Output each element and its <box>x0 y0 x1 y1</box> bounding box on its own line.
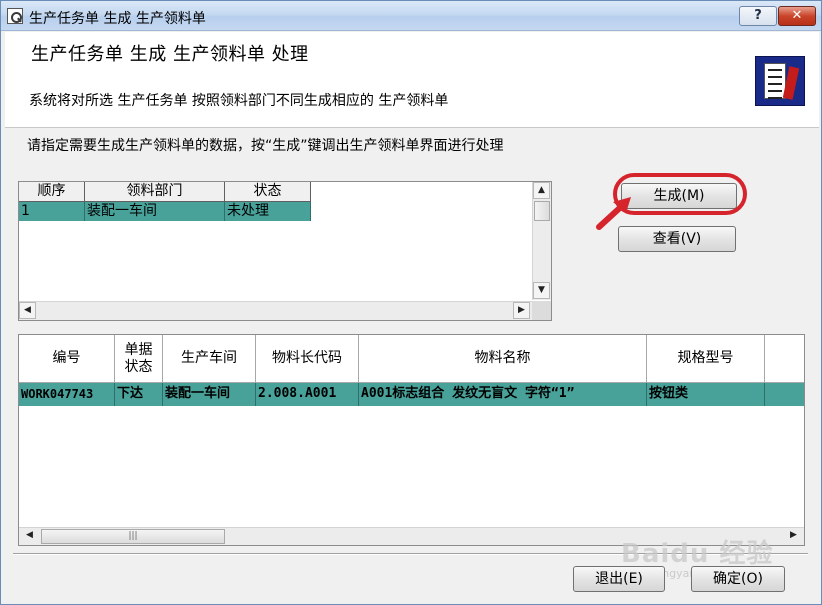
app-search-icon <box>7 8 23 24</box>
cell-doc-status: 下达 <box>115 383 163 406</box>
document-tools-icon <box>755 56 805 106</box>
scroll-left-icon[interactable]: ◀ <box>19 302 36 319</box>
cell-item-code: 2.008.A001 <box>256 383 359 406</box>
table-row[interactable]: 1 装配一车间 未处理 <box>19 202 311 221</box>
scroll-thumb[interactable] <box>534 201 550 221</box>
column-header-status[interactable]: 状态 <box>225 182 311 202</box>
column-header-workshop[interactable]: 生产车间 <box>163 335 256 383</box>
help-button[interactable]: ? <box>739 6 777 26</box>
dialog-window: 生产任务单 生成 生产领料单 ? ✕ 生产任务单 生成 生产领料单 处理 系统将… <box>0 0 822 605</box>
scroll-down-icon[interactable]: ▼ <box>533 282 550 299</box>
window-title: 生产任务单 生成 生产领料单 <box>29 11 206 27</box>
instruction-text: 请指定需要生成生产领料单的数据，按“生成”键调出生产领料单界面进行处理 <box>27 138 504 154</box>
scroll-right-icon[interactable]: ▶ <box>513 302 530 319</box>
column-header-number[interactable]: 编号 <box>19 335 115 383</box>
view-button[interactable]: 查看(V) <box>618 226 736 252</box>
scroll-left-icon[interactable]: ◀ <box>21 528 38 545</box>
vertical-scrollbar[interactable]: ▲ ▼ <box>532 182 551 300</box>
cell-status: 未处理 <box>225 202 311 221</box>
header-description: 系统将对所选 生产任务单 按照领料部门不同生成相应的 生产领料单 <box>29 93 449 109</box>
cell-number: WORK047743 <box>19 383 115 406</box>
department-grid[interactable]: 顺序 领料部门 状态 1 装配一车间 未处理 ▲ ▼ ◀ ▶ <box>18 181 552 321</box>
title-bar: 生产任务单 生成 生产领料单 ? ✕ <box>1 1 821 31</box>
cell-item-name: A001标志组合 发纹无盲文 字符“1” <box>359 383 647 406</box>
watermark-brand: Baidu 经验 <box>621 539 774 569</box>
cell-dept: 装配一车间 <box>85 202 225 221</box>
ok-button[interactable]: 确定(O) <box>691 566 785 592</box>
scrollbar-corner <box>532 301 551 320</box>
exit-button[interactable]: 退出(E) <box>573 566 665 592</box>
department-grid-header: 顺序 领料部门 状态 <box>19 182 311 202</box>
close-button[interactable]: ✕ <box>778 6 816 26</box>
column-header-dept[interactable]: 领料部门 <box>85 182 225 202</box>
header-title: 生产任务单 生成 生产领料单 处理 <box>31 44 309 65</box>
cell-seq: 1 <box>19 202 85 221</box>
task-grid[interactable]: 编号 单据 状态 生产车间 物料长代码 物料名称 规格型号 投 WORK0477… <box>18 334 805 546</box>
scroll-thumb[interactable]: ||| <box>41 529 225 544</box>
header-panel: 生产任务单 生成 生产领料单 处理 系统将对所选 生产任务单 按照领料部门不同生… <box>5 32 819 128</box>
column-header-seq[interactable]: 顺序 <box>19 182 85 202</box>
cell-spec: 按钮类 <box>647 383 765 406</box>
column-header-item-name[interactable]: 物料名称 <box>359 335 647 383</box>
scroll-up-icon[interactable]: ▲ <box>533 182 550 199</box>
cell-workshop: 装配一车间 <box>163 383 256 406</box>
table-row[interactable]: WORK047743 下达 装配一车间 2.008.A001 A001标志组合 … <box>19 383 804 406</box>
column-header-doc-status[interactable]: 单据 状态 <box>115 335 163 383</box>
column-header-item-code[interactable]: 物料长代码 <box>256 335 359 383</box>
scroll-right-icon[interactable]: ▶ <box>785 528 802 545</box>
task-grid-header: 编号 单据 状态 生产车间 物料长代码 物料名称 规格型号 投 <box>19 335 804 383</box>
cell-extra <box>765 383 804 406</box>
horizontal-scrollbar[interactable]: ◀ ▶ <box>19 301 533 320</box>
column-header-extra[interactable]: 投 <box>765 335 804 383</box>
column-header-spec[interactable]: 规格型号 <box>647 335 765 383</box>
